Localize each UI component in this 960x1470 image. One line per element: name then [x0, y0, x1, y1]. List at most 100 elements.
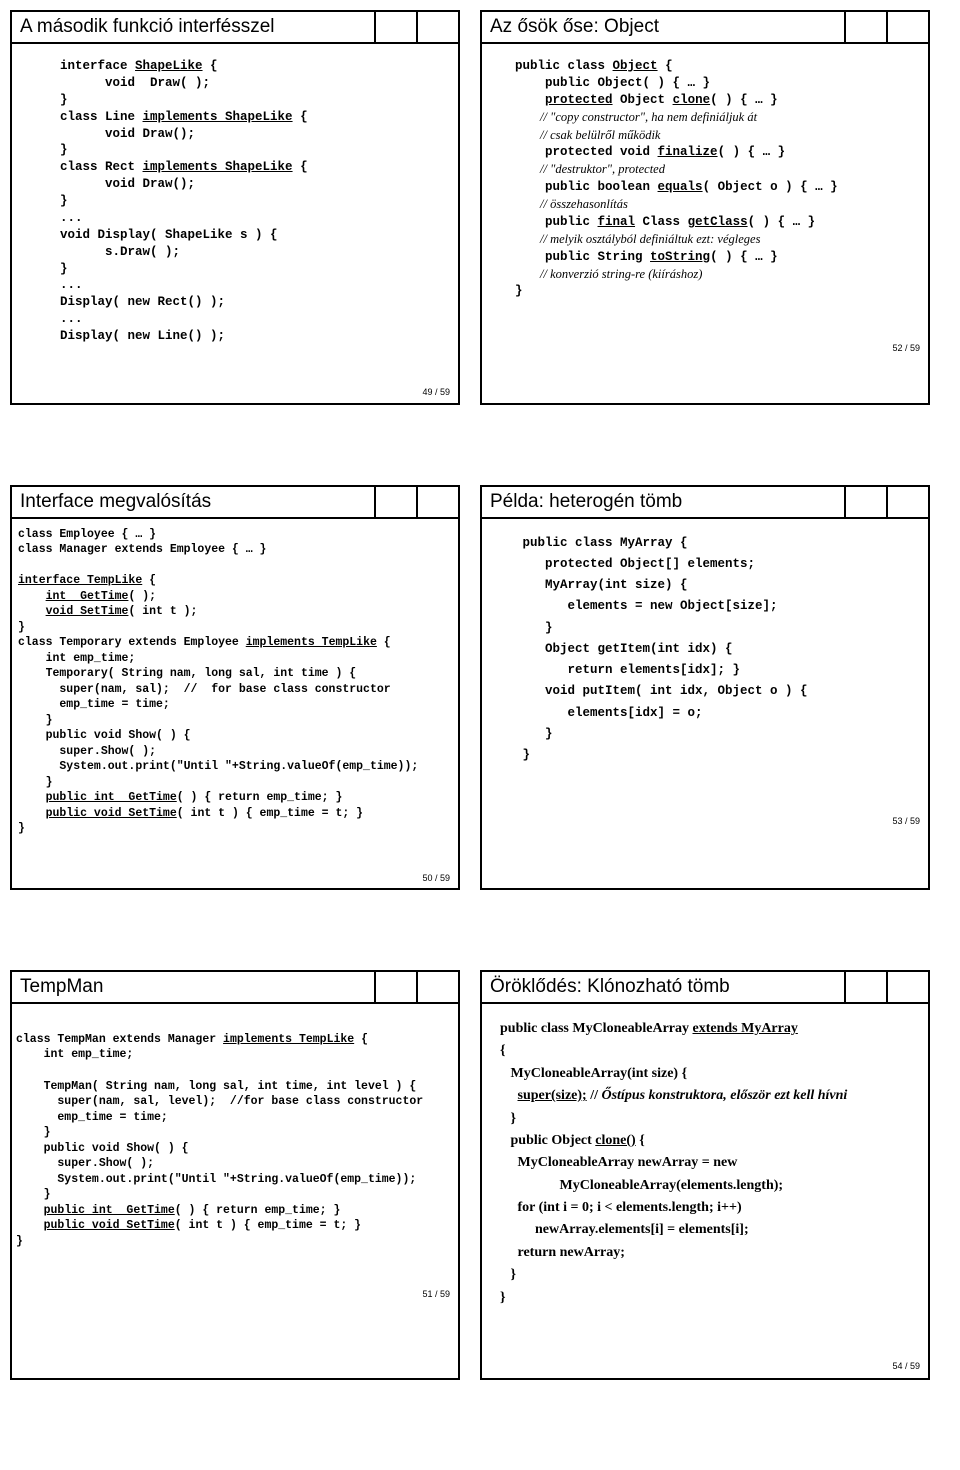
code-text: for (int i = 0; i < elements.length; i++… — [500, 1200, 742, 1215]
code-text: } — [500, 1111, 516, 1126]
slide-51: TempMan class TempMan extends Manager im… — [10, 970, 460, 1380]
code-text: class Rect — [60, 160, 143, 174]
page-number: 52 / 59 — [892, 342, 920, 354]
title-bar: Öröklődés: Klónozható tömb — [482, 972, 928, 1004]
code-text: } — [18, 621, 25, 634]
code-text: extends MyArray — [693, 1021, 798, 1036]
code-text: public — [515, 215, 598, 229]
code-text: ( int t ); — [128, 605, 197, 618]
code-text: Display( new Rect() ); — [60, 295, 225, 309]
code-text: public void SetTime — [44, 1219, 175, 1232]
code-text: finalize — [658, 145, 718, 159]
code-text: newArray.elements[i] = elements[i]; — [500, 1222, 749, 1237]
code-text: ( ) { … } — [710, 250, 778, 264]
code-text: public int GetTime — [44, 1204, 175, 1217]
slide-title: Az ősök őse: Object — [482, 12, 846, 42]
code-text: implements TempLike — [246, 636, 377, 649]
code-text: void Draw(); — [60, 127, 195, 141]
code-text: void SetTime — [46, 605, 129, 618]
comment-text: // "destruktor", protected — [515, 162, 665, 176]
code-text — [18, 605, 46, 618]
page-number: 50 / 59 — [422, 872, 450, 884]
code-text: public boolean — [515, 180, 658, 194]
code-text: Temporary( String nam, long sal, int tim… — [18, 667, 356, 680]
code-text: toString — [650, 250, 710, 264]
code-text: elements = new Object[size]; — [523, 599, 778, 613]
code-text: public String — [515, 250, 650, 264]
tab-box — [846, 487, 888, 517]
code-text: MyCloneableArray(int size) { — [500, 1066, 687, 1081]
slide-row: Interface megvalósítás class Employee { … — [10, 485, 950, 890]
code-text: super.Show( ); — [18, 745, 156, 758]
code-text: Object — [613, 93, 673, 107]
code-text: class Temporary extends Employee — [18, 636, 246, 649]
slide-body: class TempMan extends Manager implements… — [12, 1004, 458, 1304]
code-text: MyCloneableArray newArray = new — [500, 1155, 737, 1170]
tab-box — [418, 972, 458, 1002]
tab-box — [376, 487, 418, 517]
code-text: { — [377, 636, 391, 649]
code-text: } — [523, 727, 553, 741]
code-text: System.out.print("Until "+String.valueOf… — [16, 1173, 416, 1186]
code-text — [18, 590, 46, 603]
code-text: public void Show( ) { — [18, 729, 191, 742]
code-text: } — [523, 621, 553, 635]
comment-text: // csak belülről működik — [515, 128, 660, 142]
code-text: Class — [635, 215, 688, 229]
code-text: Display( new Line() ); — [60, 329, 225, 343]
code-text: super.Show( ); — [16, 1157, 154, 1170]
code-text: } — [16, 1235, 23, 1248]
code-text — [515, 93, 545, 107]
code-text: void Display( ShapeLike s ) { — [60, 228, 278, 242]
code-text: public int GetTime — [46, 791, 177, 804]
slide-body: public class Object { public Object( ) {… — [482, 44, 928, 358]
code-text: int emp_time; — [18, 652, 135, 665]
code-text: ShapeLike — [135, 59, 203, 73]
code-text: clone — [673, 93, 711, 107]
code-text: } — [18, 714, 53, 727]
code-text: MyArray(int size) { — [523, 578, 688, 592]
title-bar: TempMan — [12, 972, 458, 1004]
code-text: } — [500, 1267, 516, 1282]
slide-53: Példa: heterogén tömb public class MyArr… — [480, 485, 930, 890]
code-text: ( ); — [128, 590, 156, 603]
code-text: super(nam, sal, level); //for base class… — [16, 1095, 423, 1108]
tab-box — [888, 12, 928, 42]
code-text: } — [16, 1126, 51, 1139]
code-text: return elements[idx]; } — [523, 663, 741, 677]
code-text: System.out.print("Until "+String.valueOf… — [18, 760, 418, 773]
tab-box — [376, 12, 418, 42]
code-text: } — [60, 143, 68, 157]
slide-title: Interface megvalósítás — [12, 487, 376, 517]
code-text: ... — [60, 211, 83, 225]
code-text: public void Show( ) { — [16, 1142, 189, 1155]
slide-54: Öröklődés: Klónozható tömb public class … — [480, 970, 930, 1380]
code-text — [18, 807, 46, 820]
code-text: class TempMan extends Manager — [16, 1033, 223, 1046]
code-text: ( Object o ) { … } — [703, 180, 838, 194]
code-text: ( ) { … } — [748, 215, 816, 229]
comment-text: // összehasonlítás — [515, 197, 628, 211]
code-text: int GetTime — [46, 590, 129, 603]
tab-box — [888, 487, 928, 517]
code-text: } — [60, 194, 68, 208]
tab-box — [418, 487, 458, 517]
page-number: 51 / 59 — [422, 1288, 450, 1300]
page-number: 54 / 59 — [892, 1359, 920, 1373]
code-text: } — [16, 1188, 51, 1201]
slide-body: class Employee { … } class Manager exten… — [12, 519, 458, 888]
code-text — [16, 1204, 44, 1217]
code-text: { — [293, 160, 308, 174]
slide-body: public class MyCloneableArray extends My… — [482, 1004, 928, 1378]
code-text: } — [60, 93, 68, 107]
code-text: { — [658, 59, 673, 73]
page-number: 53 / 59 — [892, 814, 920, 829]
code-text: { — [636, 1133, 645, 1148]
title-bar: Az ősök őse: Object — [482, 12, 928, 44]
code-text: { — [354, 1033, 368, 1046]
code-text: elements[idx] = o; — [523, 706, 703, 720]
code-text: ( ) { … } — [710, 93, 778, 107]
slide-52: Az ősök őse: Object public class Object … — [480, 10, 930, 405]
code-text — [500, 1088, 518, 1103]
code-text: Object getItem(int idx) { — [523, 642, 733, 656]
